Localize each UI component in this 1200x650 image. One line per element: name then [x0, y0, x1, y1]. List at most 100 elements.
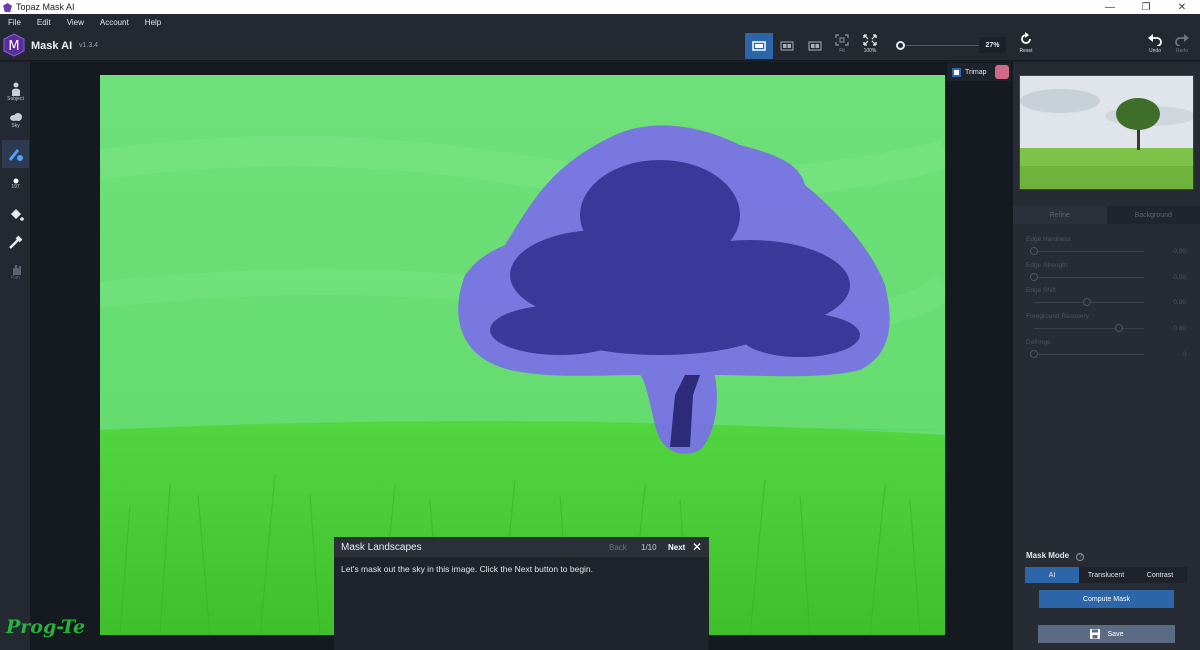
- mask-color-swatch[interactable]: [995, 65, 1009, 79]
- brush-size-control[interactable]: 197: [2, 170, 29, 198]
- mode-translucent[interactable]: Translucent: [1079, 567, 1133, 583]
- single-view-button[interactable]: [745, 33, 773, 59]
- cloud-icon: [9, 113, 22, 121]
- zoom-100-button[interactable]: 100%: [858, 34, 882, 58]
- mask-mode-selector: AI Translucent Contrast: [1025, 567, 1187, 583]
- help-icon[interactable]: ?: [1076, 553, 1085, 561]
- slider-value: 0: [1182, 351, 1186, 358]
- window-title: Topaz Mask AI: [16, 2, 75, 12]
- tool-panel: Subject Sky 197 Pan: [0, 62, 30, 650]
- subject-tool[interactable]: Subject: [2, 78, 29, 106]
- mode-ai[interactable]: AI: [1025, 567, 1079, 583]
- app-icon: [3, 2, 12, 12]
- eyedropper-tool[interactable]: [2, 228, 29, 256]
- menu-file[interactable]: File: [8, 18, 21, 27]
- tour-message: Let's mask out the sky in this image. Cl…: [341, 564, 594, 574]
- brush-size-value: 197: [11, 184, 20, 190]
- navigator-image: [1020, 76, 1193, 189]
- slider-track[interactable]: [1034, 328, 1144, 329]
- save-button[interactable]: Save: [1038, 625, 1175, 643]
- panel-tabs: Refine Background: [1013, 206, 1200, 224]
- tour-title: Mask Landscapes: [341, 542, 422, 553]
- slider-knob[interactable]: [1115, 324, 1123, 332]
- fit-button[interactable]: Fit: [830, 34, 854, 58]
- eyedropper-icon: [8, 235, 22, 249]
- person-icon: [11, 82, 20, 96]
- menu-view[interactable]: View: [67, 18, 84, 27]
- reset-label: Reset: [1019, 48, 1033, 54]
- trimap-label: Trimap: [965, 68, 987, 76]
- mode-contrast[interactable]: Contrast: [1133, 567, 1187, 583]
- slider-track[interactable]: [1034, 277, 1144, 278]
- slider-value: 0.00: [1173, 299, 1186, 306]
- compute-mask-button[interactable]: Compute Mask: [1039, 590, 1174, 608]
- fit-icon: [835, 34, 849, 46]
- single-view-icon: [752, 41, 766, 51]
- zoom-slider-knob[interactable]: [896, 41, 905, 50]
- split-view-button[interactable]: [773, 33, 801, 59]
- tour-close-icon[interactable]: ✕: [692, 540, 702, 554]
- redo-icon: [1175, 34, 1189, 47]
- undo-icon: [1148, 34, 1162, 47]
- slider-label: Edge Hardness: [1026, 236, 1071, 243]
- slider-knob[interactable]: [1030, 350, 1038, 358]
- pan-label: Pan: [11, 275, 20, 281]
- reset-button[interactable]: Reset: [1014, 32, 1038, 54]
- undo-button[interactable]: Undo: [1143, 34, 1167, 54]
- slider-knob[interactable]: [1083, 298, 1091, 306]
- slider-label: Edge Strength: [1026, 262, 1068, 269]
- fill-tool[interactable]: [2, 200, 29, 228]
- zoom-value[interactable]: 27%: [979, 37, 1006, 53]
- close-button[interactable]: ✕: [1164, 0, 1200, 14]
- tour-next-button[interactable]: Next: [668, 543, 685, 552]
- slider-value: 0.00: [1173, 248, 1186, 255]
- tab-refine[interactable]: Refine: [1013, 206, 1107, 224]
- minimize-button[interactable]: —: [1092, 0, 1128, 14]
- sky-tool[interactable]: Sky: [2, 106, 29, 134]
- subject-label: Subject: [7, 96, 24, 102]
- reset-icon: [1021, 32, 1031, 44]
- slider-track[interactable]: [1034, 354, 1144, 355]
- paint-bucket-icon: [10, 209, 24, 221]
- slider-value: 0.80: [1173, 325, 1186, 332]
- slider-knob[interactable]: [1030, 247, 1038, 255]
- slider-label: Edge Shift: [1026, 287, 1056, 294]
- trimap-toggle[interactable]: Trimap: [947, 63, 1011, 81]
- slider-knob[interactable]: [1030, 273, 1038, 281]
- slider-label: Foreground Recovery: [1026, 313, 1089, 320]
- title-bar: Topaz Mask AI — ❐ ✕: [0, 0, 1200, 14]
- menu-edit[interactable]: Edit: [37, 18, 51, 27]
- slider-edge-strength[interactable]: Edge Strength 0.00: [1026, 262, 1186, 284]
- slider-label: Defringe: [1026, 339, 1051, 346]
- tour-back-button[interactable]: Back: [609, 543, 627, 552]
- navigator-thumbnail[interactable]: [1019, 75, 1194, 190]
- save-label: Save: [1107, 630, 1124, 638]
- slider-edge-hardness[interactable]: Edge Hardness 0.00: [1026, 236, 1186, 258]
- brush-tool[interactable]: [2, 140, 29, 168]
- redo-button[interactable]: Redo: [1170, 34, 1194, 54]
- fit-label: Fit: [839, 48, 845, 54]
- top-toolbar: M Mask AI v1.3.4 Fit 100% Reset Undo Red…: [0, 30, 1200, 61]
- redo-label: Redo: [1176, 48, 1188, 54]
- trimap-checkbox[interactable]: [952, 67, 961, 77]
- pan-tool[interactable]: Pan: [2, 258, 29, 286]
- menu-help[interactable]: Help: [145, 18, 161, 27]
- tab-background[interactable]: Background: [1106, 206, 1200, 224]
- restore-button[interactable]: ❐: [1128, 0, 1164, 14]
- undo-label: Undo: [1149, 48, 1161, 54]
- app-logo: M: [3, 33, 25, 57]
- menu-bar: File Edit View Account Help: [0, 14, 1200, 30]
- slider-edge-shift[interactable]: Edge Shift 0.00: [1026, 287, 1186, 309]
- floppy-icon: [1089, 629, 1100, 639]
- menu-account[interactable]: Account: [100, 18, 129, 27]
- slider-value: 0.00: [1173, 274, 1186, 281]
- zoom-slider-track[interactable]: [900, 45, 980, 46]
- watermark: Prog-Te: [6, 616, 86, 638]
- slider-defringe[interactable]: Defringe 0: [1026, 339, 1186, 361]
- slider-track[interactable]: [1034, 251, 1144, 252]
- slider-foreground-recovery[interactable]: Foreground Recovery 0.80: [1026, 313, 1186, 335]
- expand-icon: [863, 34, 877, 46]
- side-by-side-icon: [808, 41, 822, 51]
- mask-mode-label: Mask Mode: [1026, 551, 1070, 560]
- side-by-side-button[interactable]: [801, 33, 829, 59]
